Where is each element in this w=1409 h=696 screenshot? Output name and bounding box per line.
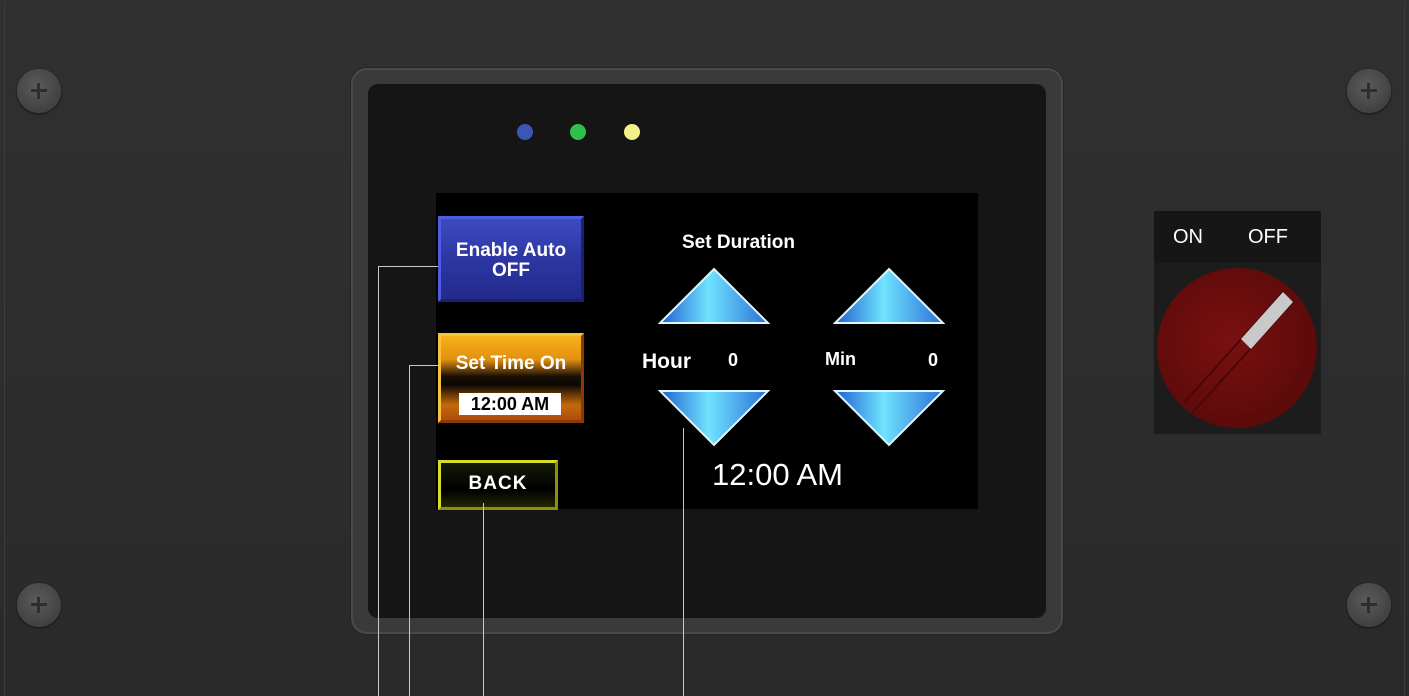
callout-tick-set-time [409,365,439,366]
screw-top-left-icon [17,69,61,113]
status-led-yellow [624,124,640,140]
min-up-arrow-icon[interactable] [833,267,945,325]
callout-tick-enable-auto [378,266,438,267]
hmi-display: Enable Auto OFF Set Time On 12:00 AM BAC… [436,193,978,510]
hour-value: 0 [728,350,739,370]
status-led-blue [517,124,533,140]
set-time-on-value: 12:00 AM [459,393,561,415]
callout-line-enable-auto [378,266,379,696]
min-value: 0 [928,350,939,370]
selector-knob-icon[interactable] [1156,267,1318,429]
set-duration-title: Set Duration [682,232,795,253]
enable-auto-label: Enable Auto [455,240,567,261]
enable-auto-state: OFF [492,260,530,281]
screw-bottom-left-icon [17,583,61,627]
callout-line-arrow [683,428,684,696]
hour-up-arrow-icon[interactable] [658,267,770,325]
hmi-bezel: Enable Auto OFF Set Time On 12:00 AM BAC… [351,68,1063,634]
callout-line-back [483,503,484,696]
set-time-on-button[interactable]: Set Time On 12:00 AM [438,333,584,423]
hour-down-arrow-icon[interactable] [658,389,770,447]
set-time-on-label: Set Time On [455,353,567,374]
min-label: Min [825,349,856,369]
back-button[interactable]: BACK [438,460,558,510]
enable-auto-button[interactable]: Enable Auto OFF [438,216,584,302]
hmi-bezel-inner: Enable Auto OFF Set Time On 12:00 AM BAC… [368,84,1046,618]
screw-top-right-icon [1347,69,1391,113]
min-down-arrow-icon[interactable] [833,389,945,447]
current-time-display: 12:00 AM [712,457,843,492]
status-led-green [570,124,586,140]
selector-switch-label-plate: ON OFF [1154,211,1321,263]
callout-line-set-time [409,365,410,696]
selector-switch: ON OFF [1154,211,1321,434]
hour-label: Hour [642,350,691,373]
switch-on-label: ON [1173,226,1203,248]
switch-off-label: OFF [1248,226,1288,248]
screw-bottom-right-icon [1347,583,1391,627]
